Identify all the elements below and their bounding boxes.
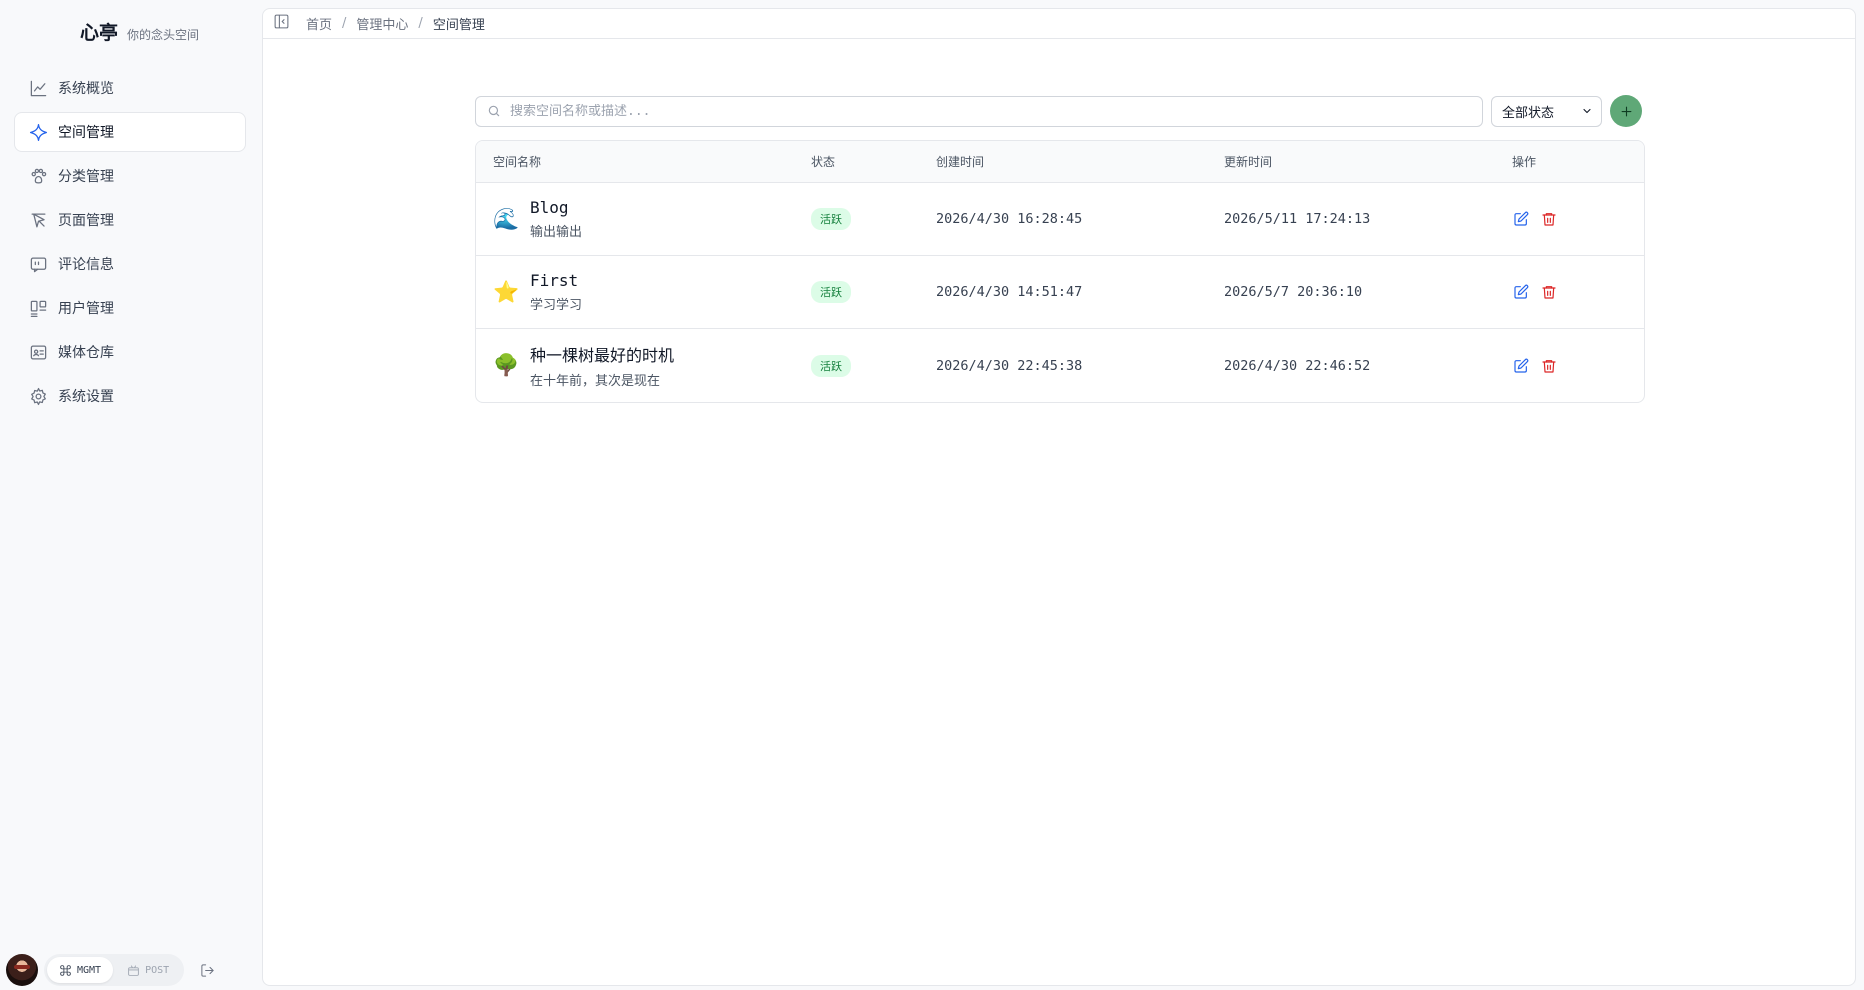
space-emoji: 🌳	[493, 353, 520, 377]
sidebar-item-label: 页面管理	[58, 213, 114, 229]
breadcrumb: 首页 / 管理中心 / 空间管理	[306, 14, 485, 33]
status-badge: 活跃	[811, 354, 851, 377]
updated-time: 2026/5/7 20:36:10	[1224, 284, 1363, 300]
space-name[interactable]: Blog	[530, 198, 582, 217]
mode-mgmt-button[interactable]: MGMT	[47, 957, 114, 983]
breadcrumb-separator: /	[418, 16, 423, 31]
plus-icon	[1621, 106, 1631, 116]
edit-button[interactable]	[1512, 210, 1530, 228]
created-time: 2026/4/30 14:51:47	[936, 284, 1083, 300]
delete-button[interactable]	[1540, 283, 1558, 301]
toolbar: 全部状态	[475, 95, 1645, 127]
trash-icon	[1542, 213, 1556, 226]
sidebar-item-label: 系统设置	[58, 389, 114, 405]
sidebar-item-label: 系统概览	[58, 81, 114, 97]
spaces-table: 空间名称 状态 创建时间 更新时间 操作 🌊 Blog 输出输出 活跃 2026…	[475, 140, 1645, 403]
updated-time: 2026/5/11 17:24:13	[1224, 211, 1371, 227]
header-name: 空间名称	[493, 155, 542, 169]
table-row: 🌳 种一棵树最好的时机 在十年前，其次是现在 活跃 2026/4/30 22:4…	[476, 329, 1644, 402]
sidebar-item-pages[interactable]: 页面管理	[14, 200, 246, 240]
edit-icon	[1514, 358, 1529, 373]
mode-post-button[interactable]: POST	[115, 957, 181, 983]
delete-button[interactable]	[1540, 210, 1558, 228]
command-icon	[60, 964, 71, 976]
main-panel: 首页 / 管理中心 / 空间管理 全部状态 空间名称 状态 创	[262, 8, 1856, 986]
status-filter-select[interactable]: 全部状态	[1491, 95, 1602, 127]
edit-button[interactable]	[1512, 357, 1530, 375]
sparkle-icon	[28, 122, 48, 142]
table-row: ⭐ First 学习学习 活跃 2026/4/30 14:51:47 2026/…	[476, 256, 1644, 329]
layout-icon	[28, 298, 48, 318]
sidebar-item-overview[interactable]: 系统概览	[14, 68, 246, 108]
sidebar-item-label: 用户管理	[58, 301, 114, 317]
created-time: 2026/4/30 16:28:45	[936, 211, 1083, 227]
space-name[interactable]: 种一棵树最好的时机	[530, 342, 674, 366]
sidebar-toggle-icon[interactable]	[273, 13, 290, 34]
chart-line-icon	[28, 78, 48, 98]
sidebar: 心亭 你的念头空间 系统概览 空间管理 分类管理 页面管理 评论信息 用户管理 …	[0, 0, 262, 990]
table-header: 空间名称 状态 创建时间 更新时间 操作	[476, 141, 1644, 183]
delete-button[interactable]	[1540, 357, 1558, 375]
sidebar-item-label: 媒体仓库	[58, 345, 114, 361]
trash-icon	[1542, 359, 1556, 373]
sidebar-item-media[interactable]: 媒体仓库	[14, 332, 246, 372]
space-description: 输出输出	[530, 225, 583, 240]
created-time: 2026/4/30 22:45:38	[936, 357, 1083, 374]
logout-button[interactable]	[198, 961, 216, 979]
id-card-icon	[28, 342, 48, 362]
space-description: 在十年前，其次是现在	[530, 374, 661, 389]
brand: 心亭 你的念头空间	[80, 18, 199, 45]
topbar: 首页 / 管理中心 / 空间管理	[263, 9, 1855, 39]
breadcrumb-separator: /	[342, 16, 347, 31]
header-ops: 操作	[1512, 155, 1537, 169]
mode-switch: MGMT POST	[44, 954, 185, 986]
trash-icon	[1542, 286, 1556, 299]
sidebar-item-categories[interactable]: 分类管理	[14, 156, 246, 196]
gear-icon	[28, 386, 48, 406]
space-description: 学习学习	[530, 298, 583, 313]
sidebar-footer: MGMT POST	[6, 954, 216, 986]
brush-icon	[28, 210, 48, 230]
space-emoji: 🌊	[493, 206, 520, 231]
sidebar-item-spaces[interactable]: 空间管理	[14, 112, 246, 152]
quote-icon	[28, 254, 48, 274]
header-created: 创建时间	[936, 155, 985, 169]
sidebar-item-users[interactable]: 用户管理	[14, 288, 246, 328]
package-icon	[128, 964, 139, 976]
edit-icon	[1514, 211, 1529, 226]
header-status: 状态	[811, 155, 836, 169]
table-row: 🌊 Blog 输出输出 活跃 2026/4/30 16:28:45 2026/5…	[476, 183, 1644, 256]
brand-subtitle: 你的念头空间	[127, 28, 200, 42]
content: 全部状态 空间名称 状态 创建时间 更新时间 操作 🌊 Blog	[475, 95, 1645, 403]
breadcrumb-current: 空间管理	[432, 18, 485, 33]
updated-time: 2026/4/30 22:46:52	[1224, 357, 1371, 374]
edit-icon	[1514, 284, 1529, 299]
chevron-down-icon	[1583, 108, 1591, 114]
status-badge: 活跃	[811, 208, 851, 230]
avatar[interactable]	[6, 954, 38, 986]
mode-post-label: POST	[145, 964, 170, 976]
search-box	[475, 95, 1483, 127]
brand-title: 心亭	[80, 22, 119, 44]
breadcrumb-center[interactable]: 管理中心	[356, 14, 408, 33]
status-filter-value: 全部状态	[1502, 105, 1555, 121]
logout-icon	[201, 963, 214, 977]
header-updated: 更新时间	[1224, 155, 1273, 169]
search-icon	[488, 105, 500, 117]
sidebar-item-label: 分类管理	[58, 169, 114, 185]
add-space-button[interactable]	[1610, 95, 1642, 127]
edit-button[interactable]	[1512, 283, 1530, 301]
mode-mgmt-label: MGMT	[77, 964, 102, 976]
sidebar-item-comments[interactable]: 评论信息	[14, 244, 246, 284]
search-input[interactable]	[510, 103, 1410, 119]
sidebar-item-label: 空间管理	[58, 125, 114, 141]
space-name[interactable]: First	[530, 271, 582, 290]
status-badge: 活跃	[811, 281, 851, 303]
breadcrumb-home[interactable]: 首页	[306, 14, 332, 33]
sidebar-item-label: 评论信息	[58, 257, 114, 273]
paw-icon	[28, 166, 48, 186]
space-emoji: ⭐	[493, 279, 520, 304]
sidebar-nav: 系统概览 空间管理 分类管理 页面管理 评论信息 用户管理 媒体仓库 系统设置	[14, 68, 246, 420]
sidebar-item-settings[interactable]: 系统设置	[14, 376, 246, 416]
